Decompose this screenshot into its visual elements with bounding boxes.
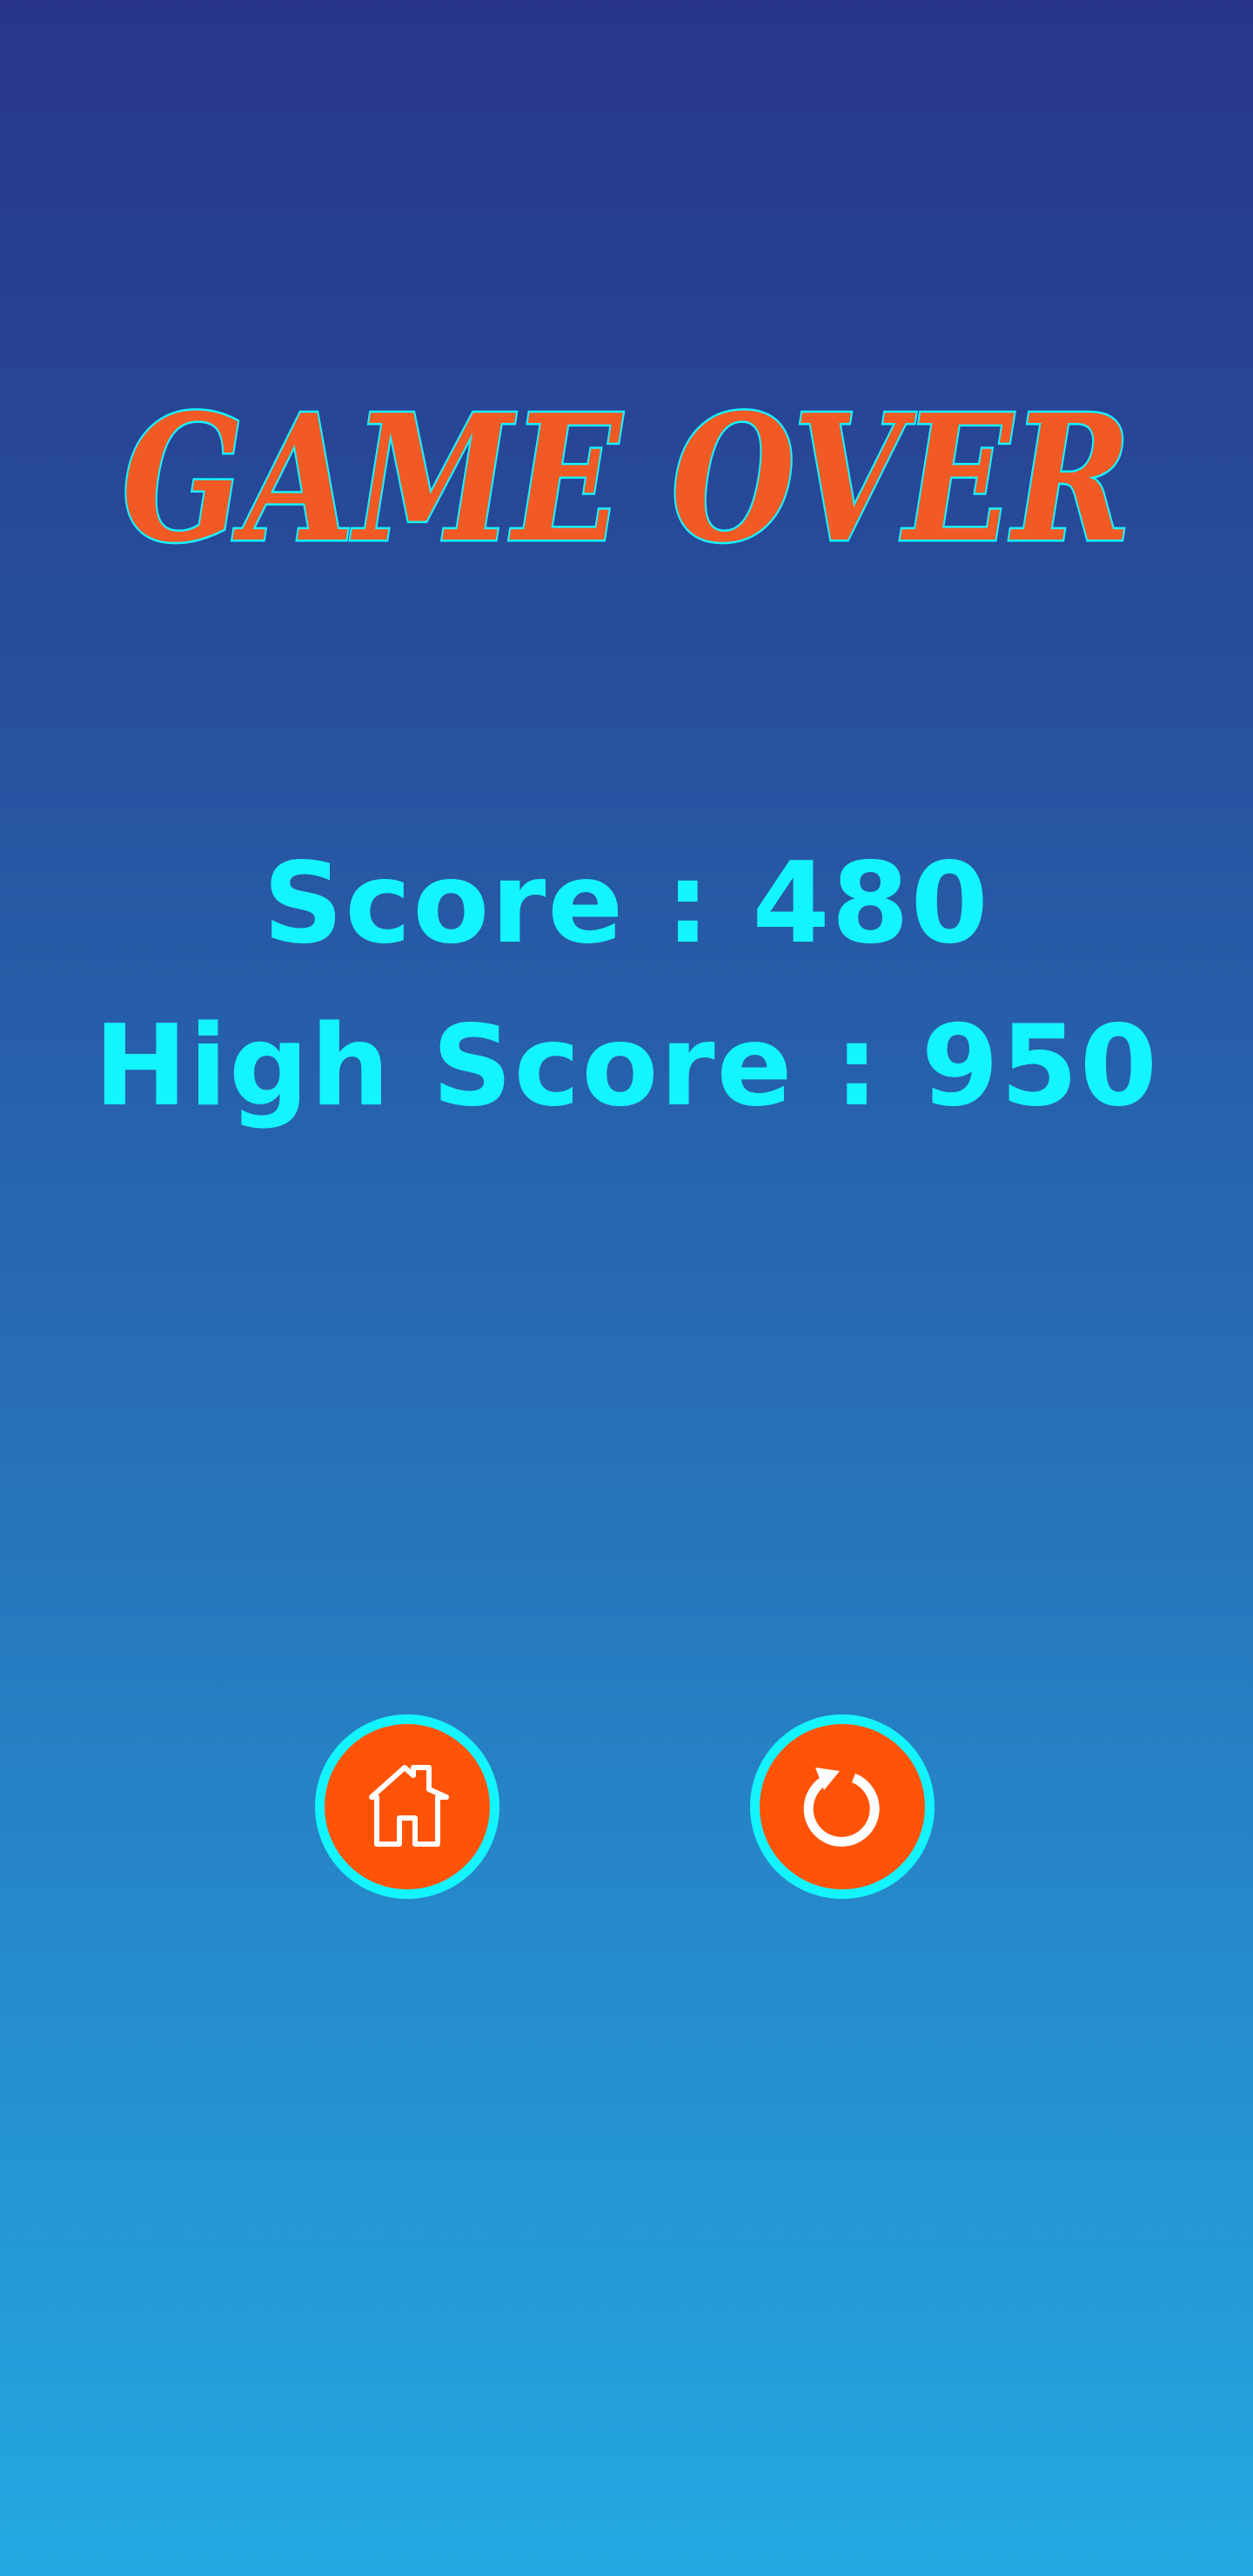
home-button[interactable] (315, 1714, 499, 1899)
restart-icon (803, 1768, 880, 1847)
current-score: Score : 480 (263, 839, 990, 969)
game-over-title-text: GAME OVER (122, 377, 1131, 566)
high-score: High Score : 950 (94, 1002, 1159, 1131)
game-over-screen: { "title": { "text": "GAME OVER" }, "sco… (0, 0, 1253, 2576)
restart-button[interactable] (750, 1714, 935, 1899)
home-icon (369, 1765, 449, 1847)
game-over-title: GAME OVER (0, 366, 1253, 567)
